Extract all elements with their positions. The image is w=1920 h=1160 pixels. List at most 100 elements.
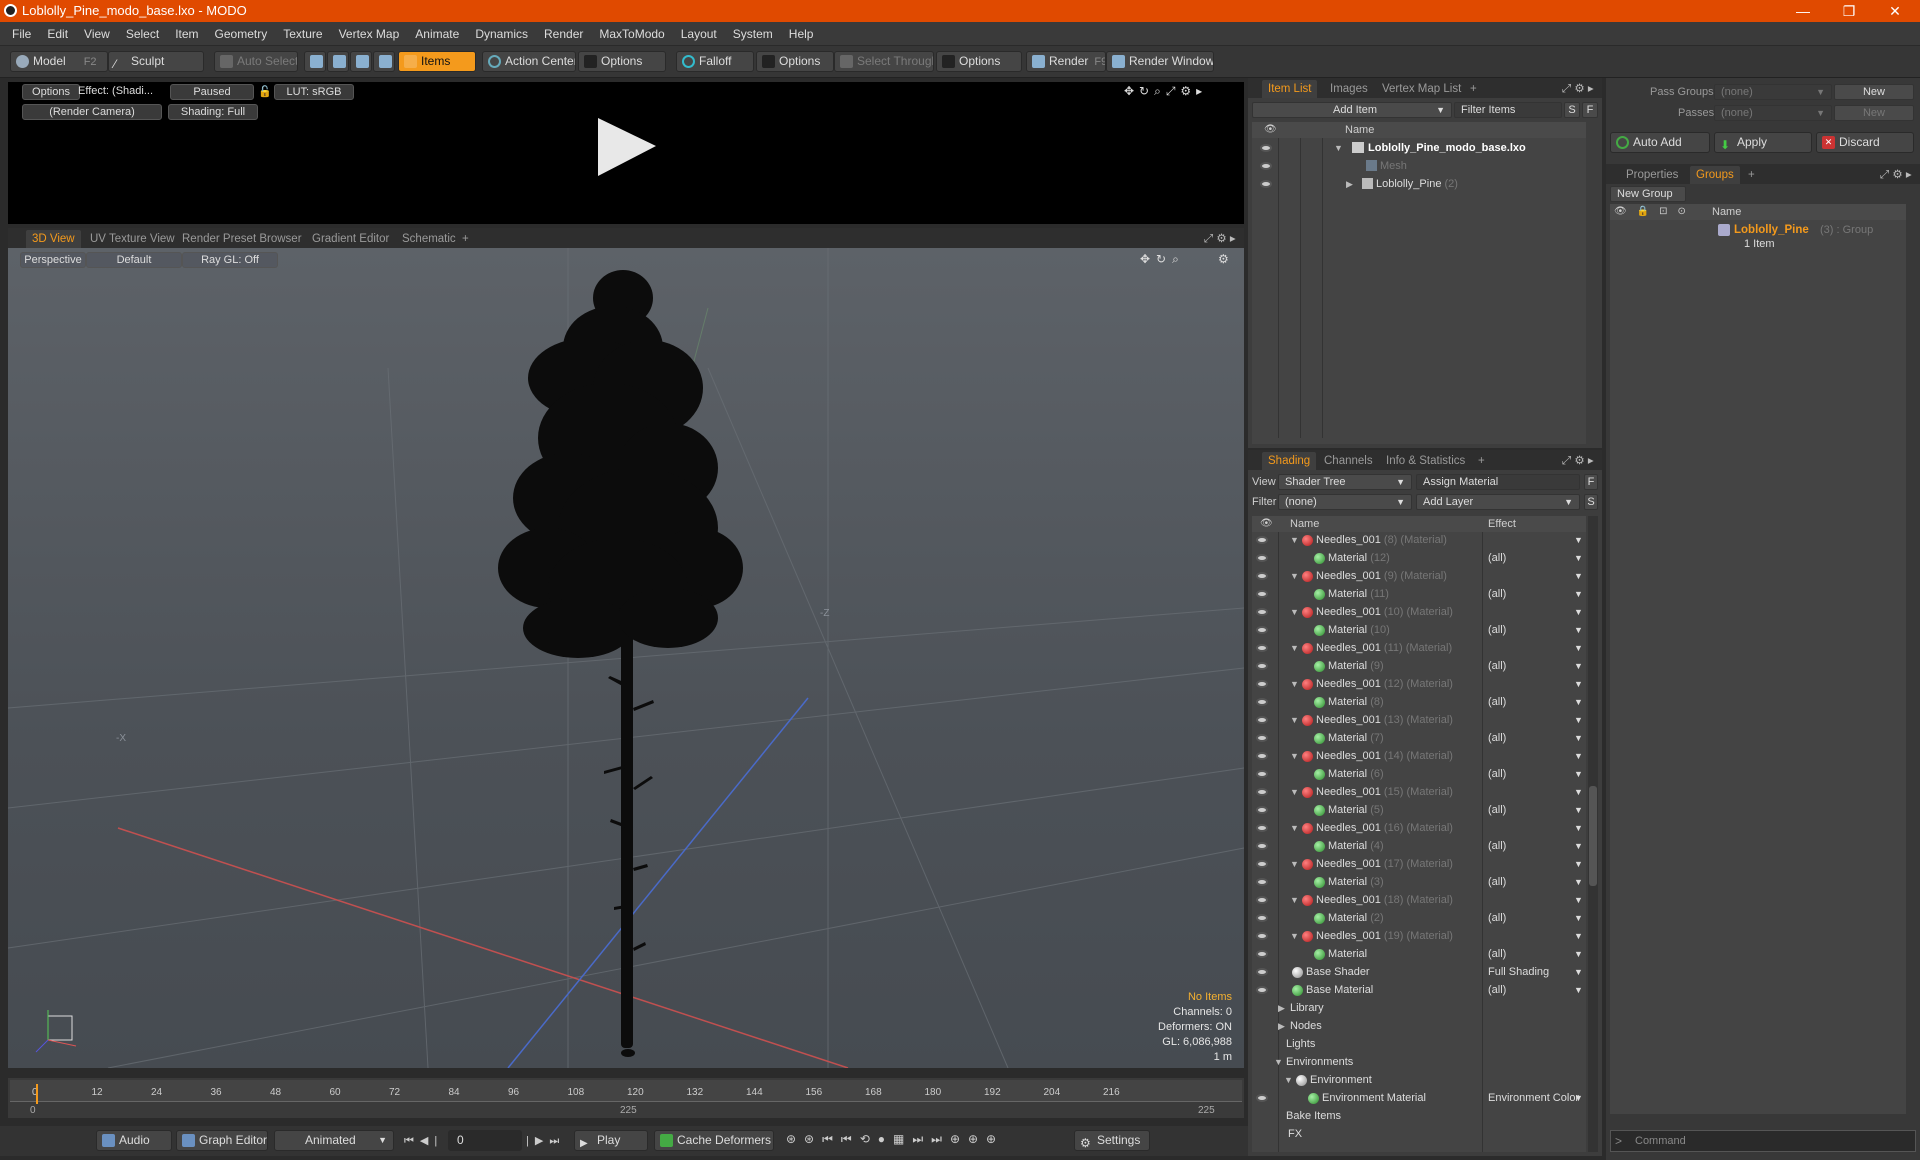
shader-row-mat[interactable]: Material (7) (all) ▼	[1252, 730, 1586, 748]
collapse-arrow-icon[interactable]: ▼	[1290, 643, 1299, 653]
collapse-arrow-icon[interactable]: ▼	[1290, 535, 1299, 545]
effect-value[interactable]: (all)	[1488, 588, 1506, 600]
collapse-arrow-icon[interactable]: ▼	[1290, 931, 1299, 941]
shader-row-mask[interactable]: ▼ Needles_001 (13) (Material) ▼	[1252, 712, 1586, 730]
add-tab-icon[interactable]: +	[1472, 452, 1491, 470]
filter-items-input[interactable]: Filter Items	[1454, 102, 1562, 118]
shader-tree-scrollbar[interactable]	[1588, 516, 1598, 1152]
tab-properties[interactable]: Properties	[1620, 166, 1684, 184]
shader-row-mask[interactable]: ▼ Needles_001 (10) (Material) ▼	[1252, 604, 1586, 622]
audio-button[interactable]: Audio	[96, 1130, 172, 1151]
effect-dropdown-icon[interactable]: ▼	[1574, 1093, 1583, 1103]
collapse-arrow-icon[interactable]: ▼	[1290, 571, 1299, 581]
menu-system[interactable]: System	[725, 22, 781, 46]
effect-dropdown-icon[interactable]: ▼	[1574, 751, 1583, 761]
effect-dropdown-icon[interactable]: ▼	[1574, 913, 1583, 923]
effect-dropdown-icon[interactable]: ▼	[1574, 661, 1583, 671]
eye-icon[interactable]	[1256, 572, 1268, 580]
effect-dropdown-icon[interactable]: ▼	[1574, 985, 1583, 995]
effect-dropdown-icon[interactable]: ▼	[1574, 769, 1583, 779]
collapse-arrow-icon[interactable]: ▼	[1290, 715, 1299, 725]
tab-uv-texture-view[interactable]: UV Texture View	[84, 230, 181, 248]
play-render-icon[interactable]	[590, 112, 660, 182]
tab-render-preset-browser[interactable]: Render Preset Browser	[176, 230, 308, 248]
effect-dropdown-icon[interactable]: ▼	[1574, 697, 1583, 707]
expand-arrow-icon[interactable]: ▶	[1346, 179, 1353, 190]
effect-dropdown-icon[interactable]: ▼	[1574, 895, 1583, 905]
eye-icon[interactable]	[1256, 626, 1268, 634]
shader-row-shader[interactable]: Base Shader Full Shading ▼	[1252, 964, 1586, 982]
animated-dropdown[interactable]: Animated ▼	[274, 1130, 394, 1151]
effect-dropdown-icon[interactable]: ▼	[1574, 625, 1583, 635]
shader-row-mat[interactable]: Material (all) ▼	[1252, 946, 1586, 964]
shader-row-mask[interactable]: ▼ Needles_001 (17) (Material) ▼	[1252, 856, 1586, 874]
shader-row-mask[interactable]: ▼ Needles_001 (12) (Material) ▼	[1252, 676, 1586, 694]
add-tab-icon[interactable]: +	[456, 230, 475, 248]
item-row-mesh[interactable]: Mesh	[1252, 158, 1586, 176]
timeline[interactable]: 0 12 24 36 48 60 72 84 96 108 120 132 144 156 168 180 19…	[8, 1078, 1244, 1118]
effect-dropdown-icon[interactable]: ▼	[1574, 715, 1583, 725]
tab-vertex-map-list[interactable]: Vertex Map List	[1376, 80, 1467, 98]
auto-add-button[interactable]: Auto Add	[1610, 132, 1710, 153]
minimize-button[interactable]: —	[1780, 0, 1826, 22]
shader-row-mask[interactable]: ▼ Needles_001 (16) (Material) ▼	[1252, 820, 1586, 838]
discard-button[interactable]: ✕ Discard	[1816, 132, 1914, 153]
assign-f-button[interactable]: F	[1584, 474, 1598, 490]
select-through-button[interactable]: Select Through	[834, 51, 934, 72]
filter-f-button[interactable]: F	[1582, 102, 1598, 118]
eye-icon[interactable]	[1256, 734, 1268, 742]
menu-edit[interactable]: Edit	[39, 22, 76, 46]
effect-value[interactable]: Environment Color	[1488, 1092, 1579, 1104]
effect-dropdown-icon[interactable]: ▼	[1574, 859, 1583, 869]
eye-icon[interactable]	[1256, 662, 1268, 670]
close-button[interactable]: ✕	[1872, 0, 1918, 22]
filter-s-button[interactable]: S	[1584, 494, 1598, 510]
shader-row-plain[interactable]: Bake Items	[1252, 1108, 1586, 1126]
menu-geometry[interactable]: Geometry	[207, 22, 276, 46]
tab-schematic[interactable]: Schematic	[396, 230, 462, 248]
collapse-arrow-icon[interactable]: ▼	[1290, 895, 1299, 905]
tab-groups[interactable]: Groups	[1690, 166, 1740, 184]
eye-icon[interactable]	[1256, 770, 1268, 778]
menu-maxtomodo[interactable]: MaxToModo	[591, 22, 672, 46]
passes-dropdown[interactable]: (none) ▼	[1714, 105, 1832, 121]
effect-dropdown-icon[interactable]: ▼	[1574, 931, 1583, 941]
current-frame-input[interactable]: 0	[448, 1130, 522, 1151]
action-center-options-button[interactable]: Options	[578, 51, 666, 72]
effect-value[interactable]: (all)	[1488, 624, 1506, 636]
transport-next-controls[interactable]: |▶⏭	[526, 1134, 565, 1148]
shader-row-mat[interactable]: Material (6) (all) ▼	[1252, 766, 1586, 784]
3d-viewport[interactable]: -Z -X Perspective Default Ray GL: Off ✥↻…	[8, 248, 1244, 1068]
shader-row-env[interactable]: ▼ Environment	[1252, 1072, 1586, 1090]
shader-row-mask[interactable]: ▼ Needles_001 (18) (Material) ▼	[1252, 892, 1586, 910]
effect-dropdown-icon[interactable]: ▼	[1574, 841, 1583, 851]
effect-dropdown-icon[interactable]: ▼	[1574, 607, 1583, 617]
eye-icon[interactable]	[1260, 144, 1272, 152]
effect-value[interactable]: (all)	[1488, 768, 1506, 780]
filter-dropdown[interactable]: (none) ▼	[1278, 494, 1412, 510]
tab-3d-view[interactable]: 3D View	[26, 230, 81, 248]
new-group-button[interactable]: New Group	[1610, 186, 1686, 202]
menu-layout[interactable]: Layout	[673, 22, 725, 46]
effect-value[interactable]: (all)	[1488, 912, 1506, 924]
action-center-button[interactable]: Action Center	[482, 51, 576, 72]
effect-value[interactable]: (all)	[1488, 552, 1506, 564]
render-paused-button[interactable]: Paused	[170, 84, 254, 100]
item-list-tab-controls[interactable]: ⤢ ⚙ ▸	[1556, 80, 1600, 98]
lut-dropdown[interactable]: LUT: sRGB	[274, 84, 354, 100]
tab-info-statistics[interactable]: Info & Statistics	[1380, 452, 1471, 470]
shader-row-mask[interactable]: ▼ Needles_001 (14) (Material) ▼	[1252, 748, 1586, 766]
effect-value[interactable]: (all)	[1488, 948, 1506, 960]
render-view-controls[interactable]: ✥↻⌕⤢⚙▸	[1124, 84, 1207, 99]
eye-icon[interactable]	[1256, 536, 1268, 544]
materials-mode-button[interactable]	[373, 51, 395, 72]
eye-icon[interactable]	[1260, 180, 1272, 188]
eye-icon[interactable]	[1256, 716, 1268, 724]
ray-gl-toggle[interactable]: Ray GL: Off	[182, 252, 278, 268]
assign-material-input[interactable]: Assign Material	[1416, 474, 1580, 490]
shader-row-mat[interactable]: Material (10) (all) ▼	[1252, 622, 1586, 640]
render-button[interactable]: Render F9	[1026, 51, 1106, 72]
effect-dropdown-icon[interactable]: ▼	[1574, 535, 1583, 545]
effect-value[interactable]: (all)	[1488, 696, 1506, 708]
pass-groups-dropdown[interactable]: (none) ▼	[1714, 84, 1832, 100]
